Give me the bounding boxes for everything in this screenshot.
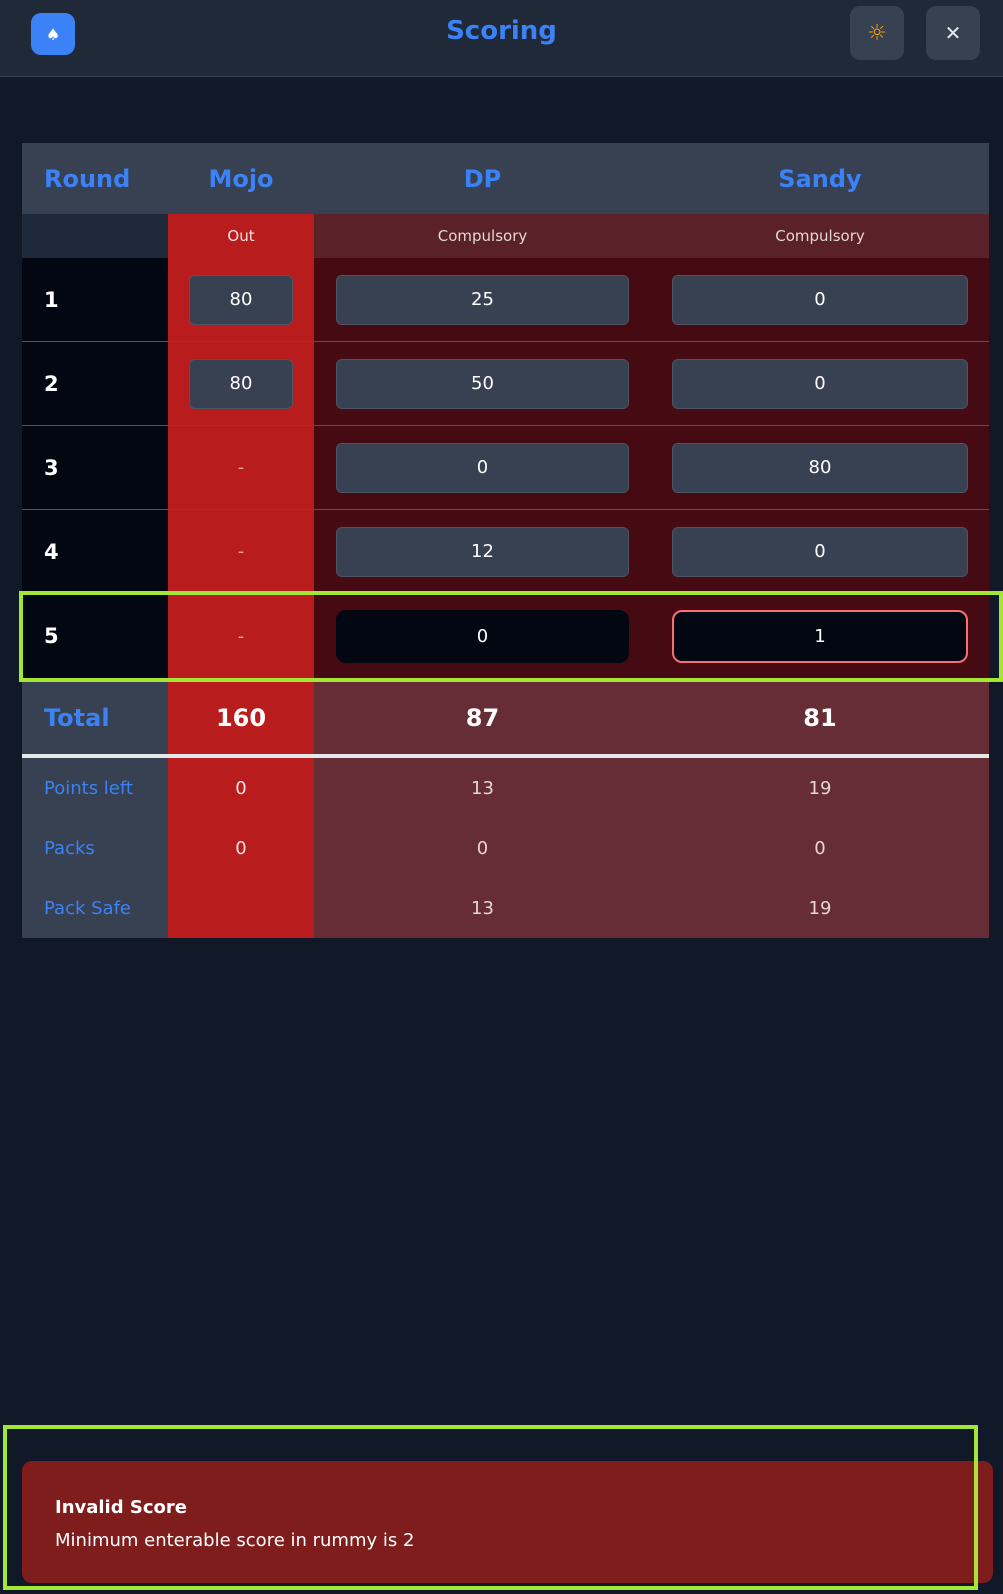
sun-icon: ☼: [867, 20, 887, 46]
stat-label: Points left: [22, 758, 168, 818]
round-column-header: Round: [44, 164, 131, 193]
table-row: 1: [22, 258, 989, 342]
player-header-mojo: Mojo: [208, 164, 274, 193]
round-number: 3: [22, 426, 168, 509]
round-number: 4: [22, 510, 168, 593]
table-row: 5 -: [22, 594, 989, 678]
stats-row-packs: Packs 0 0 0: [22, 818, 989, 878]
stats-row-pack-safe: Pack Safe 13 19: [22, 878, 989, 938]
toast-message: Minimum enterable score in rummy is 2: [55, 1530, 415, 1551]
table-row: 3 -: [22, 426, 989, 510]
stat-label: Pack Safe: [22, 878, 168, 938]
table-header-row: Round Mojo DP Sandy: [22, 143, 989, 214]
score-table: Round Mojo DP Sandy Out Compulsory Compu…: [22, 143, 989, 938]
stat-value-sandy: 19: [651, 878, 989, 938]
stat-value-sandy: 0: [651, 818, 989, 878]
status-row: Out Compulsory Compulsory: [22, 214, 989, 258]
score-input-sandy[interactable]: [672, 358, 968, 409]
close-button[interactable]: ✕: [926, 6, 980, 60]
score-input-dp[interactable]: [336, 274, 629, 325]
total-label: Total: [22, 682, 168, 754]
score-input-dp[interactable]: [336, 358, 629, 409]
empty-score: -: [237, 625, 245, 647]
stat-value-mojo: 0: [168, 818, 314, 878]
round-number: 5: [22, 594, 168, 678]
total-row: Total 160 87 81: [22, 682, 989, 754]
error-toast[interactable]: Invalid Score Minimum enterable score in…: [22, 1461, 993, 1583]
score-input-sandy[interactable]: [672, 526, 968, 577]
theme-toggle-button[interactable]: ☼: [850, 6, 904, 60]
status-spacer: [22, 214, 168, 258]
score-input-mojo[interactable]: [189, 358, 293, 409]
stat-value-dp: 13: [314, 878, 651, 938]
score-input-sandy[interactable]: [672, 442, 968, 493]
score-input-dp[interactable]: [336, 442, 629, 493]
score-input-mojo[interactable]: [189, 274, 293, 325]
status-badge-dp: Compulsory: [314, 214, 651, 258]
score-input-sandy-error[interactable]: [672, 609, 968, 663]
empty-score: -: [237, 541, 245, 562]
toast-title: Invalid Score: [55, 1497, 187, 1518]
round-number: 1: [22, 258, 168, 341]
status-badge-sandy: Compulsory: [651, 214, 989, 258]
stats-row-points-left: Points left 0 13 19: [22, 758, 989, 818]
table-row: 2: [22, 342, 989, 426]
status-badge-mojo: Out: [168, 214, 314, 258]
player-header-sandy: Sandy: [778, 164, 862, 193]
total-value-sandy: 81: [651, 682, 989, 754]
total-value-mojo: 160: [168, 682, 314, 754]
stat-value-dp: 13: [314, 758, 651, 818]
close-icon: ✕: [944, 21, 962, 45]
empty-score: -: [237, 457, 245, 478]
stat-value-dp: 0: [314, 818, 651, 878]
stat-value-mojo: [168, 878, 314, 938]
table-row: 4 -: [22, 510, 989, 594]
player-header-dp: DP: [463, 164, 502, 193]
top-bar: ♠ Scoring ☼ ✕: [0, 0, 1003, 77]
stat-label: Packs: [22, 818, 168, 878]
stat-value-sandy: 19: [651, 758, 989, 818]
score-input-sandy[interactable]: [672, 274, 968, 325]
score-input-dp[interactable]: [336, 526, 629, 577]
stat-value-mojo: 0: [168, 758, 314, 818]
total-value-dp: 87: [314, 682, 651, 754]
round-number: 2: [22, 342, 168, 425]
score-input-dp[interactable]: [336, 609, 629, 663]
